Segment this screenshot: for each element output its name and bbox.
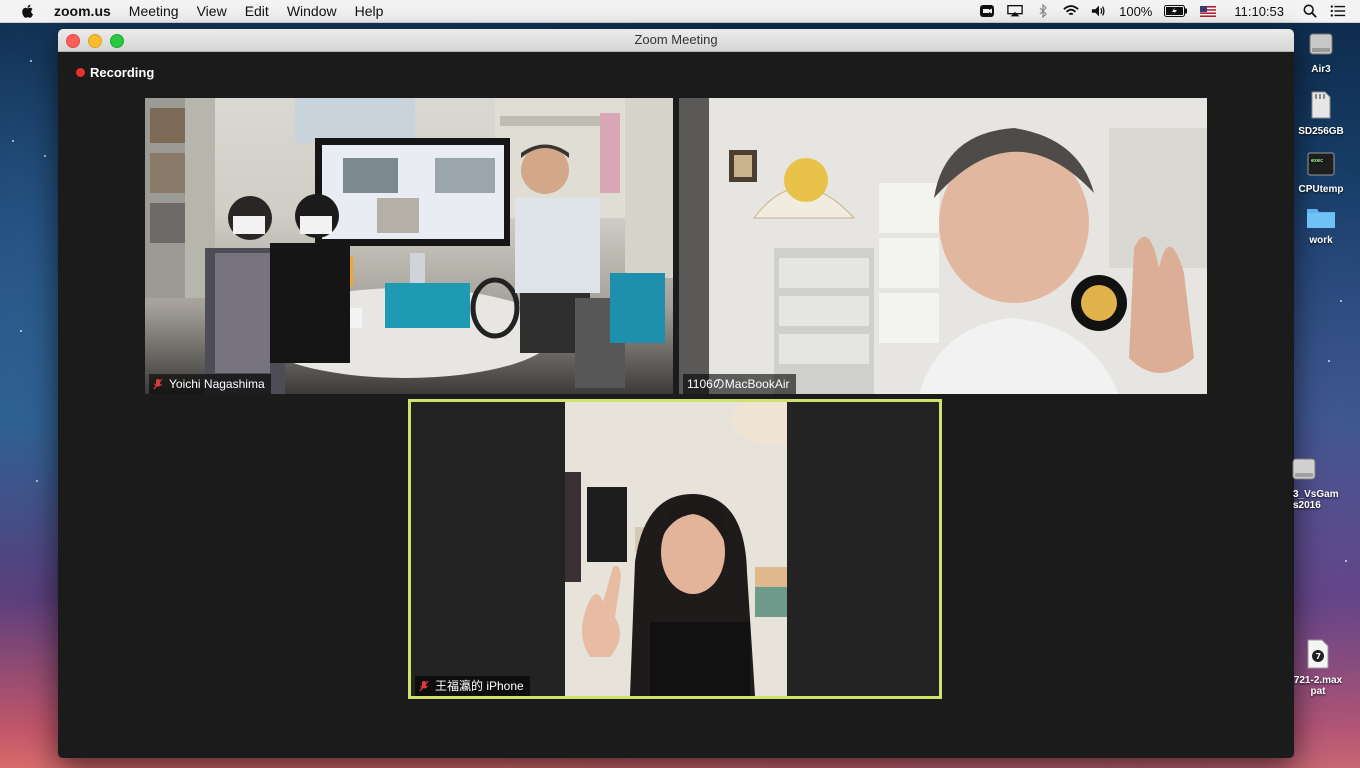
disk-icon xyxy=(1309,33,1333,55)
video-frame xyxy=(679,98,1207,394)
participant-name: 王福瀛的 iPhone xyxy=(435,679,524,693)
svg-text:7: 7 xyxy=(1316,652,1322,661)
desktop-icon-label: 721-2.max pat xyxy=(1293,675,1343,697)
zoom-meeting-window: Zoom Meeting Recording Yoichi Nagashima … xyxy=(58,29,1294,758)
desktop-icon-cputemp[interactable]: exec CPUtemp xyxy=(1291,152,1351,195)
participant-name-label: 王福瀛的 iPhone xyxy=(415,676,530,696)
active-speaker-video-tile[interactable]: 王福瀛的 iPhone xyxy=(408,399,942,699)
battery-percent: 100% xyxy=(1119,3,1153,19)
menu-window[interactable]: Window xyxy=(287,3,337,19)
sd-card-icon xyxy=(1311,91,1331,119)
menu-meeting[interactable]: Meeting xyxy=(129,3,179,19)
participant-name-label: 1106のMacBookAir xyxy=(683,374,796,394)
desktop-icon-sd256gb[interactable]: SD256GB xyxy=(1291,90,1351,137)
desktop-icon-label: CPUtemp xyxy=(1298,184,1344,195)
clock[interactable]: 11:10:53 xyxy=(1234,4,1284,19)
us-flag-icon[interactable] xyxy=(1200,5,1217,17)
apple-icon[interactable] xyxy=(20,3,36,19)
recording-label: Recording xyxy=(90,65,155,80)
disk-icon xyxy=(1292,458,1316,480)
muted-mic-icon xyxy=(153,378,163,390)
menu-edit[interactable]: Edit xyxy=(245,3,269,19)
desktop-icon-label: work xyxy=(1309,235,1333,246)
video-frame xyxy=(145,98,673,394)
battery-icon[interactable] xyxy=(1164,5,1188,17)
close-window-button[interactable] xyxy=(66,34,80,48)
participant-name-label: Yoichi Nagashima xyxy=(149,374,271,394)
app-menu[interactable]: zoom.us xyxy=(54,3,111,19)
terminal-icon: exec xyxy=(1307,152,1335,176)
video-scene xyxy=(565,402,808,696)
document-icon: 7 xyxy=(1307,639,1329,669)
menu-view[interactable]: View xyxy=(197,3,227,19)
folder-icon xyxy=(1307,209,1335,228)
recording-dot-icon xyxy=(76,68,85,77)
desktop-icon-label: 3_VsGam s2016 xyxy=(1293,489,1339,511)
recording-indicator[interactable]: Recording xyxy=(76,65,154,80)
zoom-video-icon[interactable] xyxy=(979,4,995,18)
desktop-icon-vsgam[interactable]: 3_VsGam s2016 xyxy=(1281,444,1341,522)
airplay-icon[interactable] xyxy=(1007,4,1023,18)
svg-text:exec: exec xyxy=(1311,158,1323,164)
participant-video-tile[interactable]: 1106のMacBookAir xyxy=(679,98,1207,394)
maximize-window-button[interactable] xyxy=(110,34,124,48)
notification-center-icon[interactable] xyxy=(1330,4,1346,18)
desktop-icon-label: SD256GB xyxy=(1298,126,1344,137)
desktop-icon-air3[interactable]: Air3 xyxy=(1291,28,1351,75)
spotlight-search-icon[interactable] xyxy=(1302,4,1318,18)
participant-video-tile[interactable]: Yoichi Nagashima xyxy=(145,98,673,394)
wifi-icon[interactable] xyxy=(1063,4,1079,18)
window-titlebar[interactable]: Zoom Meeting xyxy=(58,29,1294,52)
minimize-window-button[interactable] xyxy=(88,34,102,48)
menu-help[interactable]: Help xyxy=(355,3,384,19)
video-frame xyxy=(565,402,808,696)
muted-mic-icon xyxy=(419,680,429,692)
menu-bar: zoom.us Meeting View Edit Window Help 10… xyxy=(0,0,1360,23)
desktop-icon-work[interactable]: work xyxy=(1291,205,1351,246)
desktop-icon-label: Air3 xyxy=(1311,64,1331,75)
participant-name: Yoichi Nagashima xyxy=(169,377,265,391)
volume-icon[interactable] xyxy=(1091,4,1107,18)
bluetooth-icon[interactable] xyxy=(1035,4,1051,18)
participant-name: 1106のMacBookAir xyxy=(687,377,790,391)
desktop-icon-maxpat[interactable]: 7 721-2.max pat xyxy=(1288,628,1348,708)
window-title: Zoom Meeting xyxy=(634,32,718,47)
